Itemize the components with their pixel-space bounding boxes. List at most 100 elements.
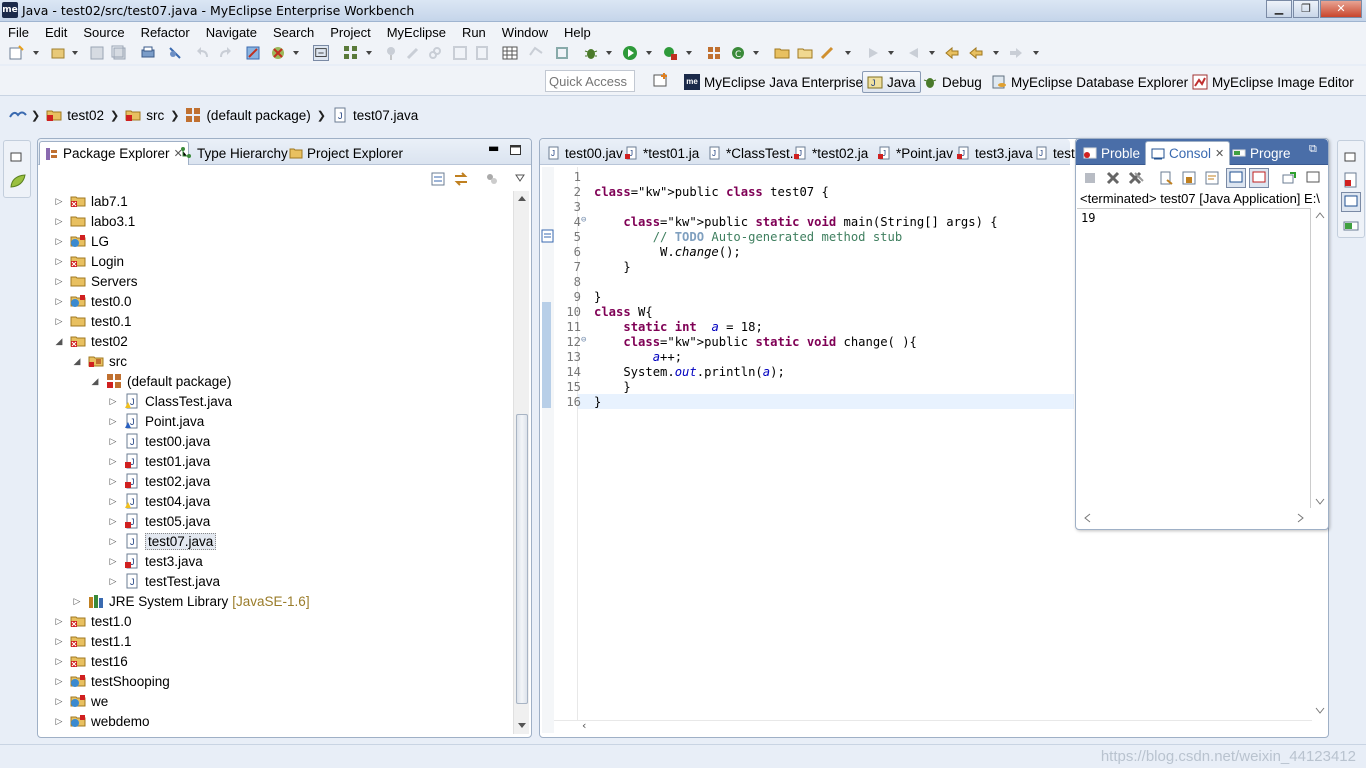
tree-expand-icon[interactable]: ▷ — [54, 316, 64, 327]
tree-expand-icon[interactable]: ▷ — [54, 676, 64, 687]
quick-access-input[interactable] — [545, 70, 635, 92]
tab-progress[interactable]: Progre — [1227, 141, 1296, 165]
scroll-up-icon[interactable] — [1315, 211, 1325, 219]
open-perspective-icon[interactable] — [653, 73, 669, 89]
tree-item[interactable]: ▷ Login — [54, 251, 125, 271]
tree-item[interactable]: ▷ test1.1 — [54, 631, 132, 651]
redo-icon[interactable] — [216, 45, 232, 61]
tree-expand-icon[interactable]: ▷ — [108, 556, 118, 567]
menu-help[interactable]: Help — [556, 25, 599, 40]
debug-bug-icon[interactable] — [583, 45, 599, 61]
search-dropdown-icon[interactable] — [845, 51, 851, 55]
menu-file[interactable]: File — [0, 25, 37, 40]
new-project-dropdown-icon[interactable] — [72, 51, 78, 55]
scroll-right-icon[interactable] — [1297, 513, 1305, 523]
tree-item[interactable]: ▷ Jtest07.java — [108, 531, 217, 551]
tab-type-hierarchy[interactable]: Type Hierarchy — [174, 141, 293, 165]
collapse-all-icon[interactable] — [431, 172, 445, 186]
new-class-icon[interactable]: C — [730, 45, 746, 61]
terminate-icon[interactable] — [1084, 172, 1096, 184]
tab-console[interactable]: Consol ✕ — [1145, 141, 1231, 165]
pin-icon[interactable] — [383, 45, 399, 61]
maximize-view-icon[interactable] — [510, 145, 521, 155]
tree-expand-icon[interactable]: ▷ — [54, 696, 64, 707]
restore-icon[interactable] — [1344, 152, 1358, 164]
tree-collapse-icon[interactable]: ◢ — [72, 356, 82, 367]
tree-expand-icon[interactable]: ▷ — [108, 416, 118, 427]
scroll-up-icon[interactable] — [517, 194, 527, 202]
clear-console-icon[interactable] — [1159, 171, 1173, 185]
open-task-icon[interactable] — [474, 45, 490, 61]
run-icon[interactable] — [622, 45, 638, 61]
tree-item[interactable]: ▷ Servers — [54, 271, 138, 291]
tree-expand-icon[interactable]: ▷ — [54, 716, 64, 727]
run-dropdown-icon[interactable] — [646, 51, 652, 55]
menu-myeclipse[interactable]: MyEclipse — [379, 25, 454, 40]
back-dropdown-icon[interactable] — [993, 51, 999, 55]
tree-item[interactable]: ▷ Jtest3.java — [108, 551, 203, 571]
tree-expand-icon[interactable]: ▷ — [108, 436, 118, 447]
sync-icon[interactable] — [528, 45, 544, 61]
remove-launch-icon[interactable] — [1106, 171, 1120, 185]
print-icon[interactable] — [140, 45, 156, 61]
new-icon[interactable] — [8, 45, 24, 61]
console-vscrollbar[interactable] — [1312, 208, 1328, 508]
restore-view-icon[interactable]: ⧉ — [1309, 142, 1317, 156]
grid-dropdown-icon[interactable] — [366, 51, 372, 55]
table-icon[interactable] — [502, 45, 518, 61]
tree-scroll-thumb[interactable] — [516, 414, 528, 704]
menu-source[interactable]: Source — [75, 25, 132, 40]
tree-item[interactable]: ▷ LG — [54, 231, 109, 251]
console-trim-button[interactable] — [1341, 192, 1361, 212]
tree-item[interactable]: ▷ labo3.1 — [54, 211, 136, 231]
back-icon[interactable] — [968, 45, 984, 61]
menu-refactor[interactable]: Refactor — [133, 25, 198, 40]
tree-item[interactable]: ▷ test16 — [54, 651, 128, 671]
close-button[interactable]: ✕ — [1320, 0, 1362, 18]
view-menu-icon[interactable] — [485, 172, 499, 186]
editor-tab[interactable]: Jtest3.java — [952, 141, 1038, 165]
tree-expand-icon[interactable]: ▷ — [54, 216, 64, 227]
open-type-icon[interactable] — [452, 45, 468, 61]
tree-item[interactable]: ▷ webdemo — [54, 711, 150, 731]
prev-annotation-icon[interactable] — [905, 45, 921, 61]
perspective-image-editor[interactable]: MyEclipse Image Editor — [1192, 71, 1354, 93]
breadcrumb-home-icon[interactable] — [9, 107, 27, 123]
perspective-database-explorer[interactable]: MyEclipse Database Explorer — [991, 71, 1188, 93]
perspective-debug[interactable]: Debug — [922, 71, 982, 93]
tree-expand-icon[interactable]: ▷ — [72, 596, 82, 607]
tree-item[interactable]: ▷ testShooping — [54, 671, 170, 691]
tree-collapse-icon[interactable]: ◢ — [90, 376, 100, 387]
prev-annotation-dropdown-icon[interactable] — [929, 51, 935, 55]
tree-item[interactable]: ▷ Jtest04.java — [108, 491, 210, 511]
tree-item[interactable]: ▷ J ClassTest.java — [108, 391, 232, 411]
tree-scrollbar[interactable] — [513, 191, 529, 734]
tree-item[interactable]: ◢ (default package) — [90, 371, 232, 391]
scroll-lock-icon[interactable] — [1182, 171, 1196, 185]
view-dropdown-icon[interactable] — [515, 174, 525, 182]
scroll-left-icon[interactable]: ‹ — [582, 719, 586, 732]
tree-item[interactable]: ▷ JRE System Library [JavaSE-1.6] — [72, 591, 310, 611]
tree-expand-icon[interactable]: ▷ — [54, 276, 64, 287]
tree-item[interactable]: ▷ test0.1 — [54, 311, 132, 331]
toggle-view-icon[interactable] — [313, 45, 329, 61]
tree-item[interactable]: ◢ test02 — [54, 331, 128, 351]
tree-item[interactable]: ▷ Jtest05.java — [108, 511, 210, 531]
tree-item[interactable]: ▷ test0.0 — [54, 291, 132, 311]
tree-expand-icon[interactable]: ▷ — [54, 616, 64, 627]
new-package-icon[interactable] — [706, 45, 722, 61]
skip-breakpoints-icon[interactable] — [167, 45, 183, 61]
deploy-dropdown-icon[interactable] — [293, 51, 299, 55]
save-icon[interactable] — [89, 45, 105, 61]
tree-expand-icon[interactable]: ▷ — [108, 476, 118, 487]
minimize-view-icon[interactable]: ▬ — [488, 141, 499, 155]
scroll-down-icon[interactable] — [1315, 707, 1325, 715]
progress-icon[interactable] — [1343, 218, 1359, 234]
task-marker-icon[interactable] — [541, 229, 555, 243]
forward-dropdown-icon[interactable] — [1033, 51, 1039, 55]
tree-expand-icon[interactable]: ▷ — [108, 456, 118, 467]
code-editor[interactable]: 1 2 class="kw">public class test07 {3 4 ⊖ cl… — [554, 170, 1074, 710]
editor-tab[interactable]: J *test01.ja — [620, 141, 704, 165]
grid-icon[interactable] — [343, 45, 359, 61]
link-with-editor-icon[interactable] — [453, 172, 469, 186]
